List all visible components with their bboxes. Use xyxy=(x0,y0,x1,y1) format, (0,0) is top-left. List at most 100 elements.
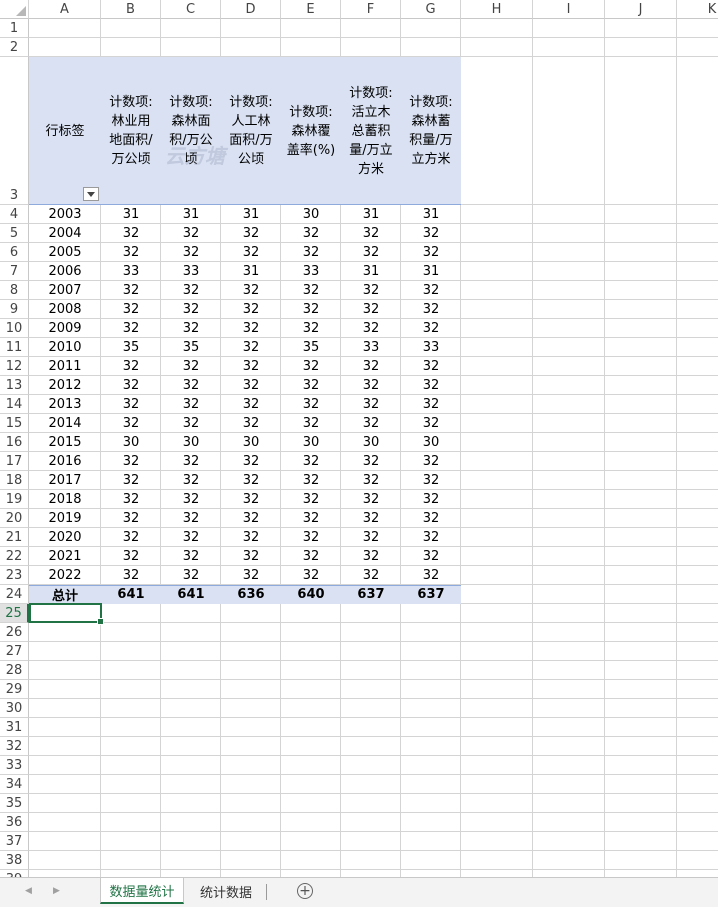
pivot-value-cell[interactable]: 33 xyxy=(161,262,221,281)
pivot-value-cell[interactable]: 32 xyxy=(401,243,461,262)
column-header-e[interactable]: E xyxy=(281,0,341,19)
pivot-value-cell[interactable]: 32 xyxy=(401,281,461,300)
pivot-row-year[interactable]: 2014 xyxy=(29,414,101,433)
pivot-value-cell[interactable]: 32 xyxy=(161,243,221,262)
column-header-f[interactable]: F xyxy=(341,0,401,19)
sheet-tab-2[interactable]: 统计数据 xyxy=(186,878,266,904)
row-header-27[interactable]: 27 xyxy=(0,642,29,661)
pivot-value-cell[interactable]: 32 xyxy=(281,528,341,547)
pivot-row-year[interactable]: 2007 xyxy=(29,281,101,300)
pivot-value-cell[interactable]: 32 xyxy=(221,338,281,357)
pivot-row-year[interactable]: 2021 xyxy=(29,547,101,566)
row-header-18[interactable]: 18 xyxy=(0,471,29,490)
pivot-row-year[interactable]: 2017 xyxy=(29,471,101,490)
pivot-value-cell[interactable]: 32 xyxy=(101,528,161,547)
pivot-value-cell[interactable]: 32 xyxy=(101,281,161,300)
total-value-cell[interactable]: 637 xyxy=(341,585,401,604)
pivot-value-cell[interactable]: 32 xyxy=(161,452,221,471)
pivot-value-cell[interactable]: 32 xyxy=(101,376,161,395)
pivot-value-cell[interactable]: 32 xyxy=(401,471,461,490)
row-header-4[interactable]: 4 xyxy=(0,205,29,224)
row-header-1[interactable]: 1 xyxy=(0,19,29,38)
pivot-row-year[interactable]: 2005 xyxy=(29,243,101,262)
pivot-value-cell[interactable]: 30 xyxy=(221,433,281,452)
pivot-value-cell[interactable]: 32 xyxy=(341,452,401,471)
pivot-column-header[interactable]: 计数项: 森林覆 盖率(%) xyxy=(281,57,341,205)
pivot-value-cell[interactable]: 32 xyxy=(281,414,341,433)
row-header-12[interactable]: 12 xyxy=(0,357,29,376)
pivot-value-cell[interactable]: 33 xyxy=(341,338,401,357)
row-header-38[interactable]: 38 xyxy=(0,851,29,870)
pivot-value-cell[interactable]: 31 xyxy=(401,205,461,224)
pivot-row-year[interactable]: 2020 xyxy=(29,528,101,547)
pivot-value-cell[interactable]: 31 xyxy=(221,205,281,224)
column-header-h[interactable]: H xyxy=(461,0,533,19)
pivot-value-cell[interactable]: 32 xyxy=(401,376,461,395)
pivot-value-cell[interactable]: 32 xyxy=(341,566,401,585)
pivot-value-cell[interactable]: 32 xyxy=(221,395,281,414)
pivot-value-cell[interactable]: 32 xyxy=(341,471,401,490)
pivot-row-year[interactable]: 2010 xyxy=(29,338,101,357)
pivot-value-cell[interactable]: 30 xyxy=(281,205,341,224)
pivot-value-cell[interactable]: 32 xyxy=(161,300,221,319)
column-header-g[interactable]: G xyxy=(401,0,461,19)
pivot-row-year[interactable]: 2015 xyxy=(29,433,101,452)
pivot-value-cell[interactable]: 32 xyxy=(281,224,341,243)
pivot-value-cell[interactable]: 32 xyxy=(221,243,281,262)
pivot-value-cell[interactable]: 32 xyxy=(221,300,281,319)
pivot-value-cell[interactable]: 32 xyxy=(101,452,161,471)
pivot-value-cell[interactable]: 32 xyxy=(161,357,221,376)
pivot-value-cell[interactable]: 32 xyxy=(221,357,281,376)
pivot-value-cell[interactable]: 32 xyxy=(281,357,341,376)
pivot-value-cell[interactable]: 32 xyxy=(101,319,161,338)
pivot-row-year[interactable]: 2004 xyxy=(29,224,101,243)
pivot-value-cell[interactable]: 35 xyxy=(281,338,341,357)
pivot-value-cell[interactable]: 32 xyxy=(101,395,161,414)
pivot-value-cell[interactable]: 32 xyxy=(401,224,461,243)
row-header-29[interactable]: 29 xyxy=(0,680,29,699)
pivot-value-cell[interactable]: 32 xyxy=(341,414,401,433)
row-header-9[interactable]: 9 xyxy=(0,300,29,319)
total-value-cell[interactable]: 636 xyxy=(221,585,281,604)
sheet-tab-1[interactable]: 数据量统计 xyxy=(100,878,184,904)
column-header-k[interactable]: K xyxy=(677,0,718,19)
pivot-row-year[interactable]: 2011 xyxy=(29,357,101,376)
pivot-row-year[interactable]: 2022 xyxy=(29,566,101,585)
row-header-2[interactable]: 2 xyxy=(0,38,29,57)
pivot-column-header[interactable]: 计数项: 人工林 面积/万 公顷 xyxy=(221,57,281,205)
row-header-31[interactable]: 31 xyxy=(0,718,29,737)
add-sheet-button[interactable]: + xyxy=(297,883,313,899)
pivot-value-cell[interactable]: 32 xyxy=(161,471,221,490)
scroll-tabs-right-icon[interactable]: ▶ xyxy=(53,886,60,896)
pivot-value-cell[interactable]: 32 xyxy=(341,395,401,414)
pivot-value-cell[interactable]: 31 xyxy=(101,205,161,224)
row-header-8[interactable]: 8 xyxy=(0,281,29,300)
pivot-value-cell[interactable]: 32 xyxy=(281,300,341,319)
column-header-c[interactable]: C xyxy=(161,0,221,19)
pivot-row-label-header[interactable]: 行标签 xyxy=(29,57,101,205)
pivot-value-cell[interactable]: 32 xyxy=(221,471,281,490)
row-header-26[interactable]: 26 xyxy=(0,623,29,642)
pivot-value-cell[interactable]: 32 xyxy=(281,566,341,585)
pivot-value-cell[interactable]: 32 xyxy=(281,471,341,490)
pivot-value-cell[interactable]: 32 xyxy=(161,395,221,414)
pivot-value-cell[interactable]: 32 xyxy=(401,547,461,566)
pivot-row-year[interactable]: 2006 xyxy=(29,262,101,281)
column-header-b[interactable]: B xyxy=(101,0,161,19)
pivot-value-cell[interactable]: 32 xyxy=(221,509,281,528)
pivot-value-cell[interactable]: 32 xyxy=(341,357,401,376)
row-header-6[interactable]: 6 xyxy=(0,243,29,262)
pivot-value-cell[interactable]: 32 xyxy=(341,243,401,262)
total-label[interactable]: 总计 xyxy=(29,585,101,604)
row-header-22[interactable]: 22 xyxy=(0,547,29,566)
pivot-column-header[interactable]: 计数项: 林业用 地面积/ 万公顷 xyxy=(101,57,161,205)
row-header-3[interactable]: 3 xyxy=(0,57,29,205)
pivot-value-cell[interactable]: 30 xyxy=(101,433,161,452)
pivot-value-cell[interactable]: 30 xyxy=(281,433,341,452)
row-header-7[interactable]: 7 xyxy=(0,262,29,281)
pivot-row-year[interactable]: 2003 xyxy=(29,205,101,224)
total-value-cell[interactable]: 637 xyxy=(401,585,461,604)
row-header-35[interactable]: 35 xyxy=(0,794,29,813)
pivot-value-cell[interactable]: 32 xyxy=(161,281,221,300)
pivot-value-cell[interactable]: 32 xyxy=(101,509,161,528)
